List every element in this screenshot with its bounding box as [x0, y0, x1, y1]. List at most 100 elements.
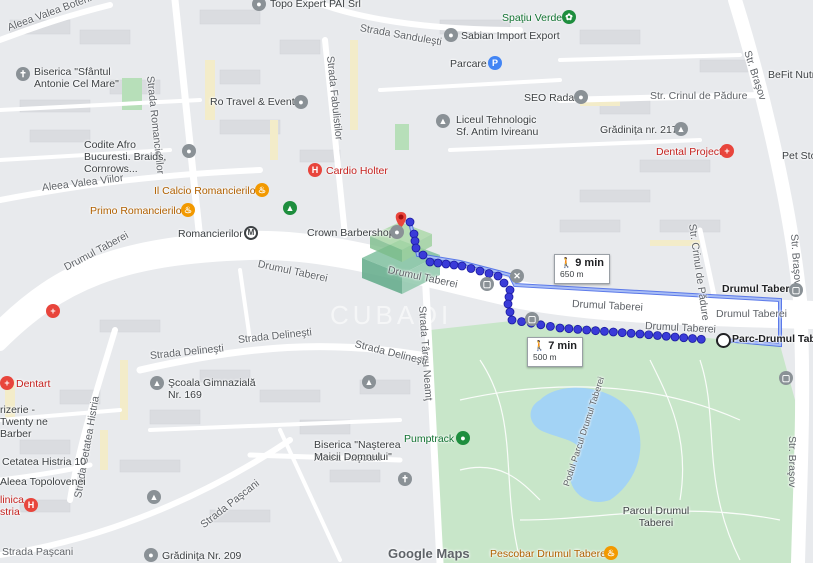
route-dot	[405, 217, 415, 227]
school-icon[interactable]: ▲	[150, 376, 164, 390]
poi-icon[interactable]: ●	[444, 28, 458, 42]
poi-label[interactable]: Primo Romancierilor	[90, 205, 185, 217]
route-dot	[475, 266, 485, 276]
walking-icon: 🚶	[560, 258, 573, 269]
walking-icon: 🚶	[533, 341, 546, 352]
route-dot	[688, 334, 697, 343]
poi-label[interactable]: linica stria	[0, 494, 24, 518]
route-time: 9 min	[575, 257, 604, 269]
poi-label[interactable]: BeFit Nutr	[768, 69, 813, 81]
street-label: Aleea Topolovenei	[0, 476, 86, 488]
hospital-icon[interactable]: +	[46, 304, 60, 318]
garden-icon[interactable]: ✿	[562, 10, 576, 24]
poi-label[interactable]: Sabian Import Export	[461, 30, 560, 42]
poi-label[interactable]: Parcul Drumul Taberei	[620, 505, 692, 529]
route-dot	[635, 329, 645, 339]
route-dot	[591, 326, 600, 336]
poi-icon[interactable]: ●	[574, 90, 588, 104]
route-dot	[626, 328, 636, 338]
bus-icon[interactable]: ▢	[480, 277, 494, 291]
bus-icon[interactable]: ▢	[525, 312, 539, 326]
poi-label[interactable]: Cardio Holter	[326, 165, 388, 177]
poi-label[interactable]: Şcoala Gimnazială Nr. 169	[168, 377, 268, 401]
restaurant-icon[interactable]: ♨	[604, 546, 618, 560]
route-dot	[661, 331, 671, 341]
poi-label[interactable]: rizerie - Twenty ne Barber	[0, 404, 70, 440]
restaurant-icon[interactable]: ♨	[181, 203, 195, 217]
route-dot	[582, 325, 592, 335]
school-icon[interactable]: ▲	[362, 375, 376, 389]
origin-marker[interactable]	[716, 333, 731, 348]
bus-icon[interactable]: ▢	[779, 371, 793, 385]
poi-label[interactable]: Pumptrack	[404, 433, 454, 445]
route-dot	[466, 264, 476, 273]
route-callout-selected[interactable]: 🚶 7 min 500 m	[527, 337, 583, 367]
restaurant-icon[interactable]: ✕	[510, 269, 524, 283]
route-dot	[503, 299, 513, 309]
hospital-icon[interactable]: H	[24, 498, 38, 512]
poi-label[interactable]: Grădiniţa nr. 217	[600, 124, 678, 136]
church-icon[interactable]: ✝	[398, 472, 412, 486]
poi-label[interactable]: Grădiniţa Nr. 209	[162, 550, 241, 562]
hospital-icon[interactable]: +	[720, 144, 734, 158]
route-time: 7 min	[548, 340, 577, 352]
church-icon[interactable]: ✝	[16, 67, 30, 81]
poi-label[interactable]: Il Calcio Romancierilor	[154, 185, 259, 197]
origin-label[interactable]: Parc-Drumul Taberei	[732, 333, 813, 345]
poi-label[interactable]: Dental Project	[656, 146, 722, 158]
poi-label[interactable]: Dentart	[16, 378, 50, 390]
poi-label[interactable]: Topo Expert PAI Srl	[270, 0, 361, 10]
route-dot	[505, 307, 515, 317]
poi-label[interactable]: Pet Sto	[782, 150, 813, 162]
hospital-icon[interactable]: H	[308, 163, 322, 177]
school-icon[interactable]: ▲	[147, 490, 161, 504]
poi-icon[interactable]: ●	[144, 548, 158, 562]
poi-label[interactable]: Biserica "Sfântul Antonie Cel Mare"	[34, 66, 134, 90]
route-dot	[600, 326, 609, 336]
poi-label[interactable]: Ro Travel & Events	[210, 96, 300, 108]
park-icon[interactable]: ▲	[283, 201, 297, 215]
route-dot	[499, 278, 509, 288]
route-dot	[441, 259, 451, 269]
street-label: Drumul Taberei	[716, 308, 788, 320]
route-dot	[457, 261, 467, 271]
route-dot	[555, 323, 565, 333]
route-dot	[564, 324, 574, 334]
bus-icon[interactable]: ▢	[789, 283, 803, 297]
route-dot	[679, 333, 689, 343]
hospital-icon[interactable]: +	[0, 376, 14, 390]
restaurant-icon[interactable]: ♨	[255, 183, 269, 197]
poi-icon[interactable]: ●	[294, 95, 308, 109]
route-dot	[608, 327, 618, 337]
school-icon[interactable]: ▲	[436, 114, 450, 128]
street-label: Str. Braşov	[786, 436, 798, 488]
school-icon[interactable]: ▲	[674, 122, 688, 136]
street-label: Romancierilor	[178, 228, 243, 240]
poi-icon[interactable]: ●	[182, 144, 196, 158]
google-maps-logo: Google Maps	[388, 546, 470, 561]
poi-label[interactable]: Liceul Tehnologic Sf. Antim Ivireanu	[456, 114, 546, 138]
poi-label[interactable]: Pescobar Drumul Taberei	[490, 548, 608, 560]
route-dot	[449, 260, 459, 270]
route-dot	[670, 332, 680, 342]
park-icon[interactable]: ●	[456, 431, 470, 445]
metro-icon[interactable]: M	[244, 226, 258, 240]
poi-label[interactable]: Spaţiu Verde	[502, 12, 562, 24]
parking-icon[interactable]: P	[488, 56, 502, 70]
map-canvas[interactable]: CUBADI Aleea Valea Boteni Strada Sandule…	[0, 0, 813, 563]
street-label: Drumul Taberei	[722, 283, 799, 295]
street-label: Strada Paşcani	[2, 546, 74, 558]
poi-label[interactable]: Crown Barbershop	[307, 227, 395, 239]
watermark: CUBADI	[330, 300, 453, 330]
street-label: Cetatea Histria 10	[2, 456, 87, 468]
poi-label[interactable]: Codite Afro Bucuresti. Braids, Cornrows.…	[84, 139, 180, 175]
route-dot	[425, 257, 435, 267]
route-dot	[433, 258, 443, 268]
street-label: Str. Crinul de Pădure	[650, 90, 748, 102]
poi-label[interactable]: Parcare	[450, 58, 487, 70]
poi-icon[interactable]: ●	[390, 225, 404, 239]
route-callout-alt[interactable]: 🚶 9 min 650 m	[554, 254, 610, 284]
poi-label[interactable]: SEO Radar	[524, 92, 578, 104]
route-dot	[573, 324, 583, 334]
poi-label[interactable]: Biserica "Naşterea Maicii Domnului"	[314, 439, 402, 463]
